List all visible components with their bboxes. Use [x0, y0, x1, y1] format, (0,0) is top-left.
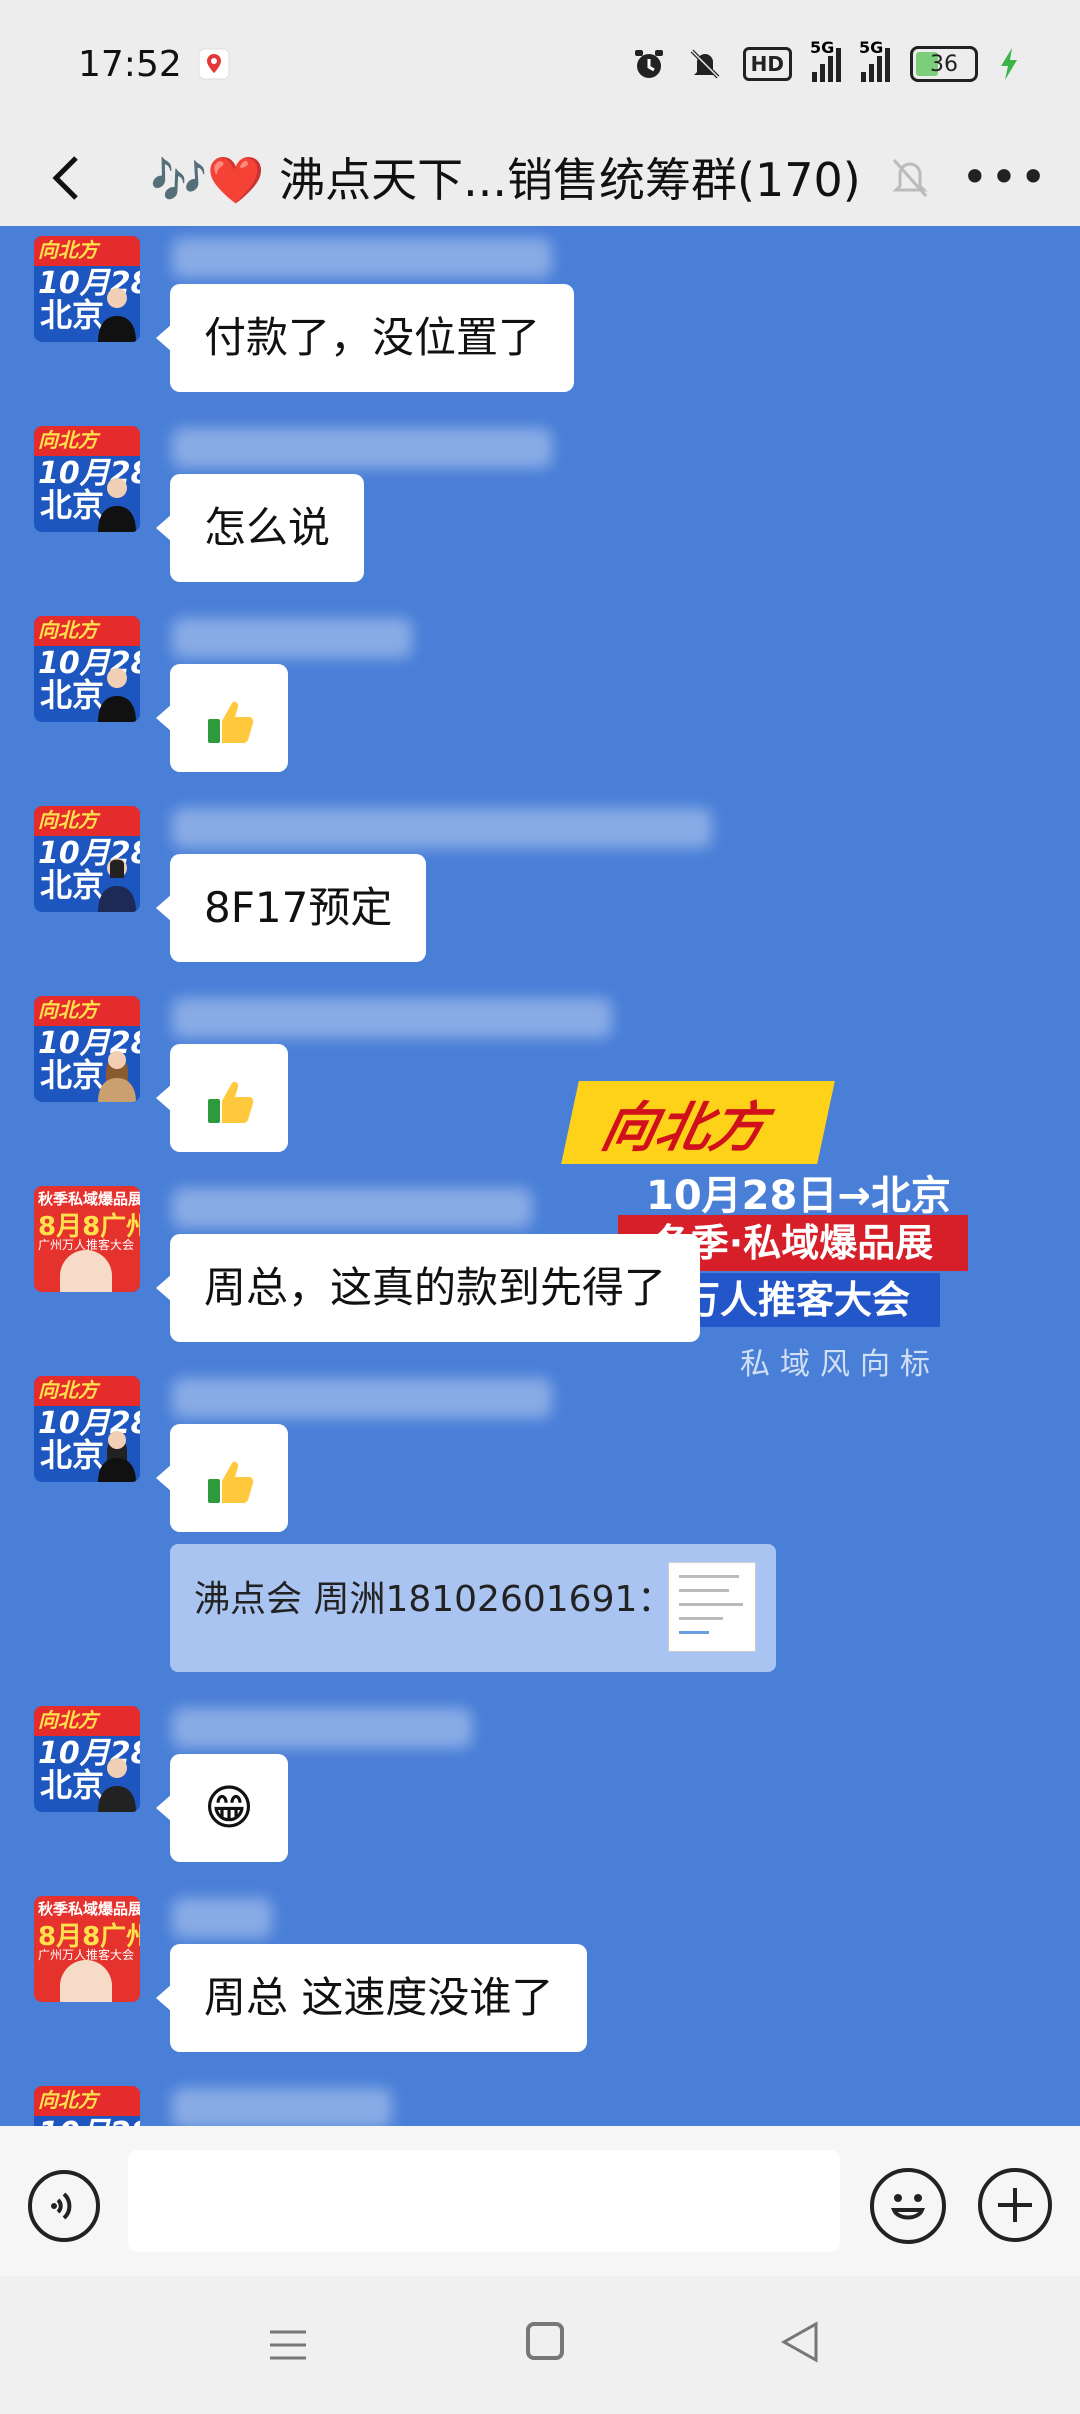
message-bubble[interactable]: 8F17预定 [155, 854, 427, 962]
avatar[interactable]: 向北方 10月28 北京 [34, 426, 140, 532]
quoted-image-thumbnail[interactable] [668, 1562, 756, 1652]
message-bubble[interactable]: 周总 这速度没谁了 [155, 1944, 588, 2052]
chat-title: 🎶❤️ 沸点天下...销售统筹群(170) [150, 153, 861, 207]
alarm-icon [634, 50, 663, 78]
avatar-city: 北京 [40, 676, 105, 714]
message-bubble[interactable]: 怎么说 [155, 474, 365, 582]
message-bubble[interactable] [156, 1044, 288, 1152]
status-bar: 17:52 HD 5G 5G 36 [0, 0, 1080, 130]
recent-apps-icon[interactable] [268, 2326, 308, 2364]
thumbs-up-icon [208, 1081, 254, 1123]
signal-icon: 5G [810, 38, 841, 82]
map-pin-icon [198, 48, 230, 80]
message-bubble[interactable] [156, 664, 288, 772]
avatar-city: 北京 [40, 296, 105, 334]
home-icon[interactable] [526, 2322, 564, 2360]
sender-name-blurred [172, 1898, 272, 1938]
sender-name-blurred [172, 998, 612, 1038]
emoji-button[interactable] [870, 2168, 946, 2244]
system-nav-bar [0, 2276, 1080, 2414]
sender-name-blurred [172, 2088, 392, 2126]
message-input[interactable] [128, 2150, 840, 2252]
avatar-city: 北京 [40, 866, 105, 904]
grin-emoji-icon: 😁 [204, 1780, 255, 1836]
sender-name-blurred [172, 618, 412, 658]
signal-label: 5G [859, 38, 884, 57]
avatar[interactable]: 向北方 10月28 北京 [34, 996, 140, 1102]
person-icon [98, 1051, 136, 1102]
thumbs-up-icon [208, 701, 254, 743]
avatar[interactable]: 向北方 10月28 北京 [34, 1376, 140, 1482]
chat-area[interactable]: 向北方 10月28日→北京 冬季·私域爆品展 万人推客大会 私域风向标 向北方 … [0, 226, 1080, 2126]
signal-label: 5G [810, 38, 835, 57]
avatar[interactable]: 向北方 10月28 北京 [34, 236, 140, 342]
avatar[interactable]: 向北方 10月28 [34, 2086, 140, 2126]
hd-badge: HD [742, 47, 792, 81]
person-icon [98, 1431, 136, 1482]
sender-name-blurred [172, 238, 552, 278]
voice-icon [51, 2192, 72, 2220]
back-triangle-icon[interactable] [780, 2320, 820, 2364]
muted-bell-icon [892, 159, 928, 197]
avatar[interactable]: 向北方 10月28 北京 [34, 1706, 140, 1812]
person-icon [98, 1758, 136, 1812]
mute-bell-icon [690, 49, 720, 79]
plus-icon [998, 2188, 1032, 2222]
chat-header: 🎶❤️ 沸点天下...销售统筹群(170) ••• [0, 130, 1080, 226]
status-time: 17:52 [78, 44, 182, 85]
person-icon [98, 858, 136, 912]
avatar[interactable]: 秋季私域爆品展 8月8广州 广州万人推客大会 [34, 1186, 140, 1292]
person-icon [98, 288, 136, 342]
avatar-city: 北京 [40, 1056, 105, 1094]
avatar-city: 北京 [40, 1766, 105, 1804]
message-bubble[interactable]: 😁 [156, 1754, 288, 1862]
status-icons: HD 5G 5G 36 [631, 38, 1020, 88]
avatar[interactable]: 秋季私域爆品展 8月8广州 广州万人推客大会 [34, 1896, 140, 2002]
quoted-message[interactable]: 沸点会 周洲18102601691： [170, 1544, 776, 1672]
message-bubble[interactable]: 付款了，没位置了 [155, 284, 575, 392]
message-bubble[interactable]: 周总，这真的款到先得了 [155, 1234, 701, 1342]
charging-icon [1001, 48, 1017, 80]
voice-input-button[interactable] [28, 2170, 100, 2242]
person-icon [98, 668, 136, 722]
watermark-date: 10月28日→北京 [646, 1173, 951, 1219]
sender-name-blurred [172, 428, 552, 468]
avatar-city: 北京 [40, 1436, 105, 1474]
input-bar [0, 2126, 1080, 2276]
more-options-button[interactable]: ••• [961, 150, 1046, 204]
avatar[interactable]: 向北方 10月28 北京 [34, 616, 140, 722]
message-bubble[interactable] [156, 1424, 288, 1532]
watermark-brand: 向北方 [561, 1081, 835, 1164]
watermark-line3: 私域风向标 [740, 1347, 940, 1382]
avatar-date: 10月28 [38, 2108, 140, 2126]
avatar[interactable]: 向北方 10月28 北京 [34, 806, 140, 912]
battery-level: 36 [930, 51, 958, 77]
sender-name-blurred [172, 808, 712, 848]
battery-icon: 36 [910, 46, 978, 82]
smiley-icon [891, 2194, 925, 2220]
avatar-city: 北京 [40, 486, 105, 524]
quoted-text: 沸点会 周洲18102601691： [194, 1579, 674, 1620]
person-icon [98, 478, 136, 532]
more-actions-button[interactable] [978, 2168, 1052, 2242]
signal-icon: 5G [859, 38, 890, 82]
thumbs-up-icon [208, 1461, 254, 1503]
back-arrow-icon[interactable] [38, 148, 98, 208]
sender-name-blurred [172, 1188, 532, 1228]
sender-name-blurred [172, 1708, 472, 1748]
sender-name-blurred [172, 1378, 552, 1418]
